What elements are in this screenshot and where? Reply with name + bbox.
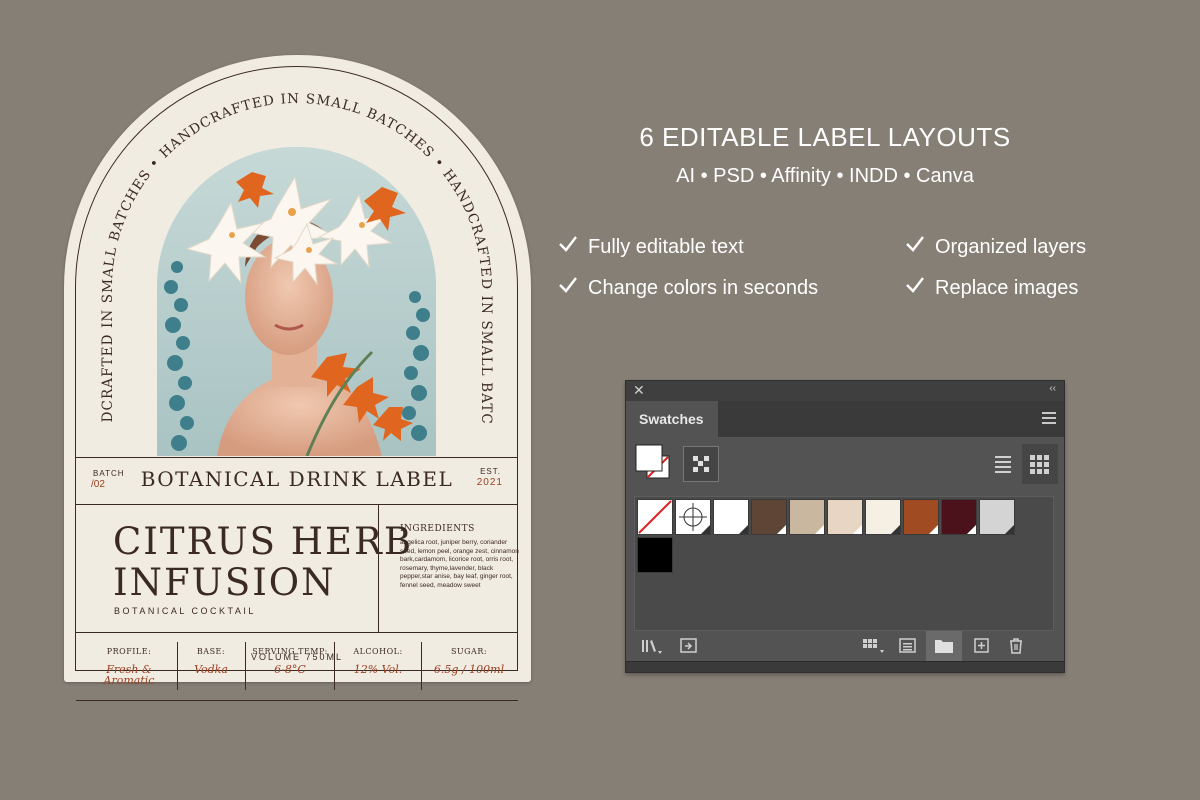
- promo-heading: 6 EDITABLE LABEL LAYOUTS: [639, 122, 1011, 152]
- tab-swatches[interactable]: Swatches: [626, 401, 718, 437]
- swatch-grid: [634, 496, 1054, 631]
- swatch-registration[interactable]: [675, 499, 711, 535]
- panel-tabbar: Swatches: [626, 401, 1064, 437]
- new-swatch-icon[interactable]: [973, 637, 991, 660]
- thumbnail-view-icon[interactable]: [1022, 444, 1058, 484]
- checkmark-icon: [558, 235, 580, 259]
- product-subtitle: BOTANICAL COCKTAIL: [114, 606, 256, 616]
- divider-line: [245, 642, 246, 690]
- new-group-icon[interactable]: [926, 631, 962, 661]
- attribute-value: 6-8°C: [274, 663, 306, 676]
- ingredients-list: angelica root, juniper berry, coriander …: [400, 539, 519, 589]
- color-group-icon[interactable]: [683, 446, 719, 482]
- list-view-icon[interactable]: [985, 444, 1021, 484]
- swatch-cream[interactable]: [865, 499, 901, 535]
- feature-item: Fully editable text: [558, 235, 744, 259]
- divider-line: [334, 642, 335, 690]
- product-name: CITRUS HERB INFUSION: [113, 521, 413, 603]
- panel-resize-handle[interactable]: [626, 661, 1064, 672]
- swatch-sand[interactable]: [827, 499, 863, 535]
- show-kinds-icon[interactable]: [861, 637, 887, 660]
- feature-text: Fully editable text: [588, 236, 744, 258]
- feature-item: Organized layers: [905, 235, 1086, 259]
- attribute-value: 6.5g / 100ml: [433, 663, 505, 676]
- swatch-light-gray[interactable]: [979, 499, 1015, 535]
- divider-line: [177, 642, 178, 690]
- feature-text: Change colors in seconds: [588, 277, 819, 299]
- checkmark-icon: [905, 276, 927, 300]
- checkmark-icon: [558, 276, 580, 300]
- swatch-brown[interactable]: [751, 499, 787, 535]
- swatch-none[interactable]: [637, 499, 673, 535]
- promo-formats: AI • PSD • Affinity • INDD • Canva: [676, 165, 974, 187]
- swatch-rust[interactable]: [903, 499, 939, 535]
- panel-titlebar: ✕ ‹‹: [626, 381, 1064, 401]
- swatch-burgundy[interactable]: [941, 499, 977, 535]
- swatch-libraries-icon[interactable]: [640, 637, 664, 660]
- drink-label: HANDCRAFTED IN SMALL BATCHES • HANDCRAFT…: [64, 55, 531, 701]
- swatch-paper[interactable]: [713, 499, 749, 535]
- product-name-line: CITRUS HERB: [113, 520, 414, 563]
- est-value: 2021: [476, 477, 503, 488]
- fill-stroke-icon[interactable]: [635, 444, 671, 480]
- divider-line: [76, 632, 518, 633]
- attribute-value: 12% Vol.: [353, 663, 403, 676]
- collapse-icon[interactable]: ‹‹: [1049, 383, 1056, 394]
- ingredients-title: INGREDIENTS: [400, 524, 475, 534]
- attribute-value: Fresh & Aromatic: [103, 663, 155, 687]
- swatch-black[interactable]: [637, 537, 673, 573]
- place-swatches-icon[interactable]: [678, 636, 700, 661]
- swatches-panel: ✕ ‹‹ Swatches: [625, 380, 1065, 673]
- divider-line: [76, 504, 518, 505]
- swatch-options-icon[interactable]: [898, 637, 918, 660]
- feature-item: Change colors in seconds: [558, 276, 818, 300]
- divider-line: [76, 700, 518, 701]
- panel-bottom-toolbar: [626, 631, 1064, 661]
- delete-icon[interactable]: [1007, 636, 1025, 661]
- feature-item: Replace images: [905, 276, 1078, 300]
- swatch-tan[interactable]: [789, 499, 825, 535]
- volume-text: VOLUME 750ML: [250, 652, 344, 662]
- feature-text: Replace images: [935, 277, 1079, 299]
- attribute-value: Vodka: [194, 663, 228, 676]
- divider-line: [378, 505, 379, 632]
- feature-text: Organized layers: [935, 236, 1087, 258]
- close-icon[interactable]: ✕: [633, 382, 645, 399]
- label-title: BOTANICAL DRINK LABEL: [140, 467, 454, 491]
- est-label: EST.: [480, 467, 501, 476]
- checkmark-icon: [905, 235, 927, 259]
- product-name-line: INFUSION: [113, 561, 336, 604]
- botanical-portrait-image: [157, 147, 436, 456]
- panel-menu-icon[interactable]: [1042, 412, 1056, 427]
- divider-line: [421, 642, 422, 690]
- title-row: BATCH /02 BOTANICAL DRINK LABEL EST. 202…: [76, 457, 518, 504]
